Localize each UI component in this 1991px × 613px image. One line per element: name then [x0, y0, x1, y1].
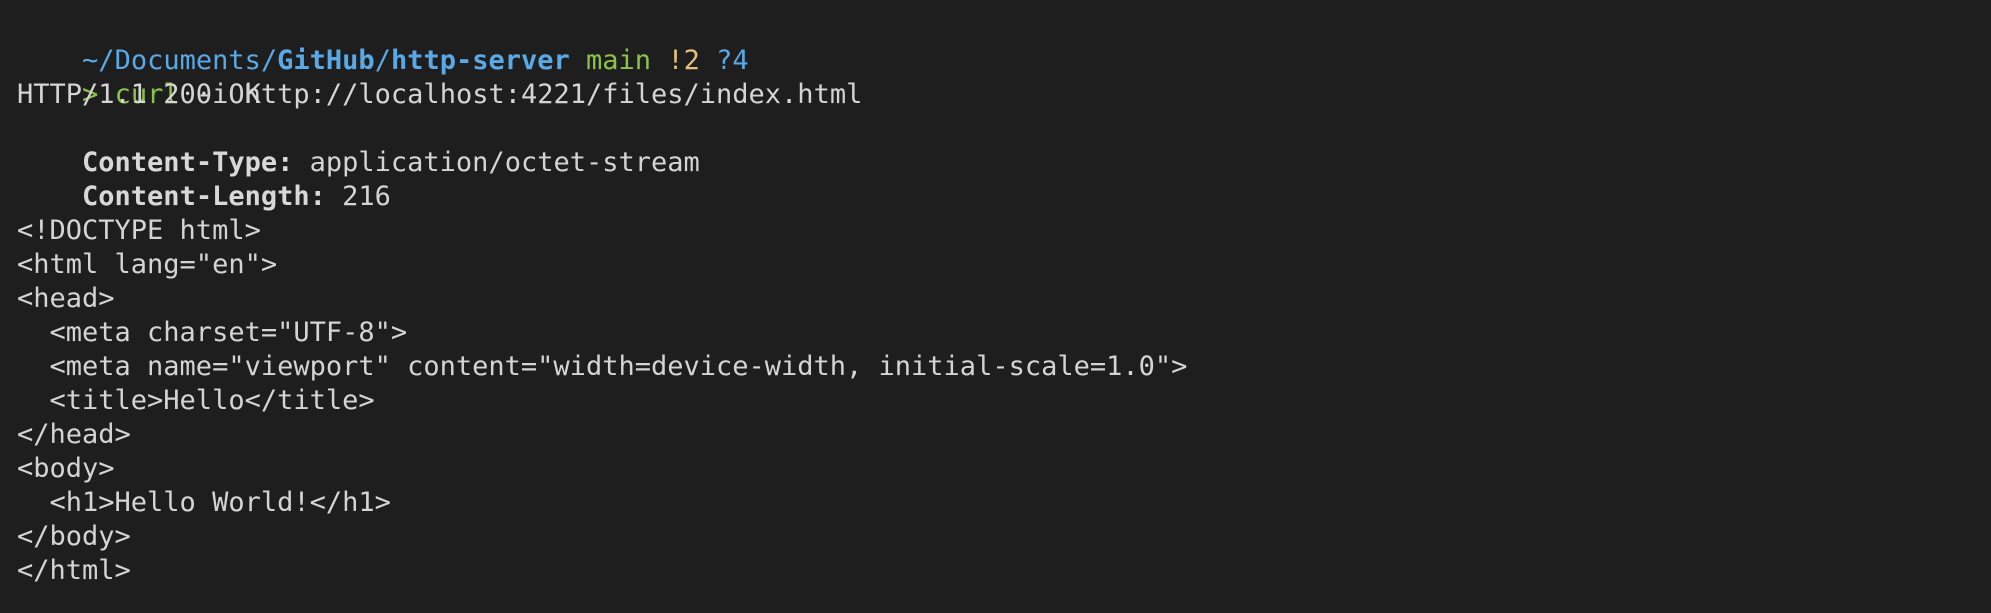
header-name: Content-Length:: [82, 181, 326, 212]
body-line: </head>: [17, 419, 131, 450]
header-value: application/octet-stream: [309, 147, 700, 178]
body-line: <meta name="viewport" content="width=dev…: [17, 351, 1188, 382]
command-args: -i http://localhost:4221/files/index.htm…: [195, 79, 863, 110]
git-branch: main: [586, 45, 652, 76]
path-separator: /: [374, 45, 391, 76]
path-separator: /: [98, 45, 115, 76]
path-separator: /: [260, 45, 278, 76]
body-line: </html>: [17, 555, 131, 586]
response-header: Content-Type: application/octet-stream: [17, 112, 1991, 178]
header-name: Content-Type:: [82, 147, 294, 178]
path-segment-github: GitHub: [277, 45, 375, 76]
git-modified-count: !2: [667, 45, 700, 76]
home-dir: ~: [82, 45, 99, 76]
path-segment-documents: Documents: [114, 45, 261, 76]
body-line: <h1>Hello World!</h1>: [17, 487, 391, 518]
body-line: <!DOCTYPE html>: [17, 215, 261, 246]
body-line: <html lang="en">: [17, 249, 278, 280]
body-line: <meta charset="UTF-8">: [17, 317, 408, 348]
body-line: </body>: [17, 521, 131, 552]
body-line: <title>Hello</title>: [17, 385, 375, 416]
body-line: <body>: [17, 453, 115, 484]
header-value: 216: [342, 181, 391, 212]
terminal-window[interactable]: ~/Documents/GitHub/http-server main !2 ?…: [0, 0, 1991, 588]
prompt-line: ~/Documents/GitHub/http-server main !2 ?…: [17, 10, 1991, 76]
git-untracked-count: ?4: [716, 45, 749, 76]
path-segment-current: http-server: [390, 45, 570, 76]
body-line: <head>: [17, 283, 115, 314]
